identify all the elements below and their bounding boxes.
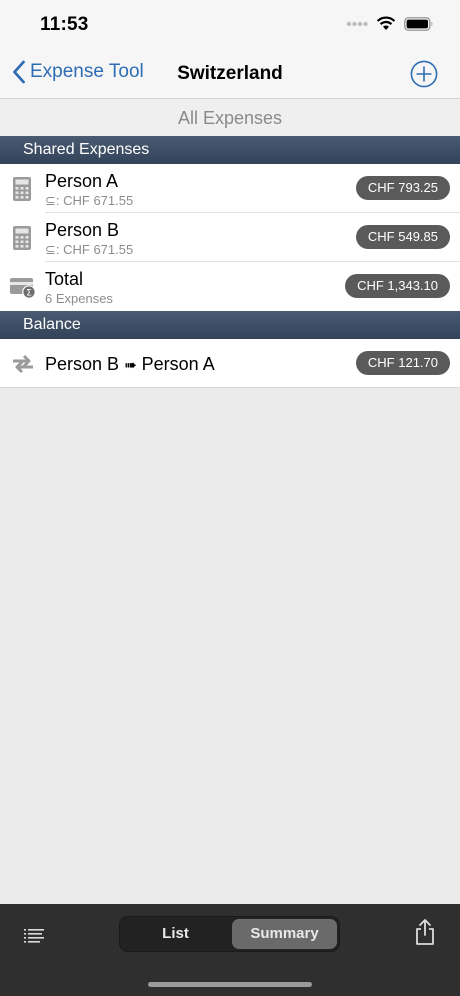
row-subtitle: ⊆: CHF 671.55	[45, 242, 134, 257]
list-icon[interactable]	[24, 928, 44, 944]
home-indicator	[148, 982, 312, 987]
wifi-icon	[376, 16, 396, 30]
balance-to: Person A	[141, 354, 215, 374]
status-bar: 11:53	[0, 0, 460, 50]
row-title: Person B	[45, 220, 120, 240]
bottom-toolbar: List Summary	[0, 904, 460, 996]
transfer-arrows-icon	[13, 354, 33, 374]
list-item-person-b[interactable]: Person B ⊆: CHF 671.55 CHF 549.85	[0, 213, 460, 262]
svg-text:Σ: Σ	[26, 288, 32, 298]
amount-badge: CHF 121.70	[355, 351, 450, 375]
calculator-icon	[13, 226, 31, 250]
page-title: Switzerland	[177, 63, 283, 84]
list-item-balance[interactable]: Person B ➠ Person A CHF 121.70	[0, 339, 460, 388]
calculator-icon	[13, 177, 31, 201]
section-header-shared-expenses: Shared Expenses	[0, 136, 460, 164]
arrow-icon: ➠	[124, 356, 137, 374]
add-expense-button[interactable]	[410, 60, 438, 93]
list-item-total[interactable]: Σ Total 6 Expenses CHF 1,343.10	[0, 262, 460, 311]
plus-circle-icon	[410, 60, 438, 88]
amount-badge: CHF 549.85	[355, 225, 450, 249]
share-icon[interactable]	[414, 918, 436, 946]
segment-summary[interactable]: Summary	[232, 919, 337, 949]
segment-list[interactable]: List	[122, 919, 229, 949]
amount-badge: CHF 793.25	[355, 176, 450, 200]
status-icons	[346, 16, 434, 31]
balance-description: Person B ➠ Person A	[45, 354, 215, 375]
status-time: 11:53	[40, 14, 89, 35]
row-title: Person A	[45, 171, 119, 191]
balance-from: Person B	[45, 354, 120, 374]
section-header-balance: Balance	[0, 311, 460, 339]
navigation-bar: Expense Tool Switzerland	[0, 50, 460, 98]
list-item-person-a[interactable]: Person A ⊆: CHF 671.55 CHF 793.25	[0, 164, 460, 213]
battery-icon	[404, 16, 433, 31]
signal-icon	[346, 21, 368, 26]
view-segmented-control: List Summary	[119, 916, 340, 952]
row-subtitle: 6 Expenses	[45, 291, 113, 306]
wallet-sum-icon: Σ	[10, 278, 36, 299]
row-title: Total	[45, 269, 84, 289]
amount-badge: CHF 1,343.10	[345, 274, 450, 298]
row-subtitle: ⊆: CHF 671.55	[45, 193, 134, 208]
filter-label[interactable]: All Expenses	[0, 98, 460, 136]
